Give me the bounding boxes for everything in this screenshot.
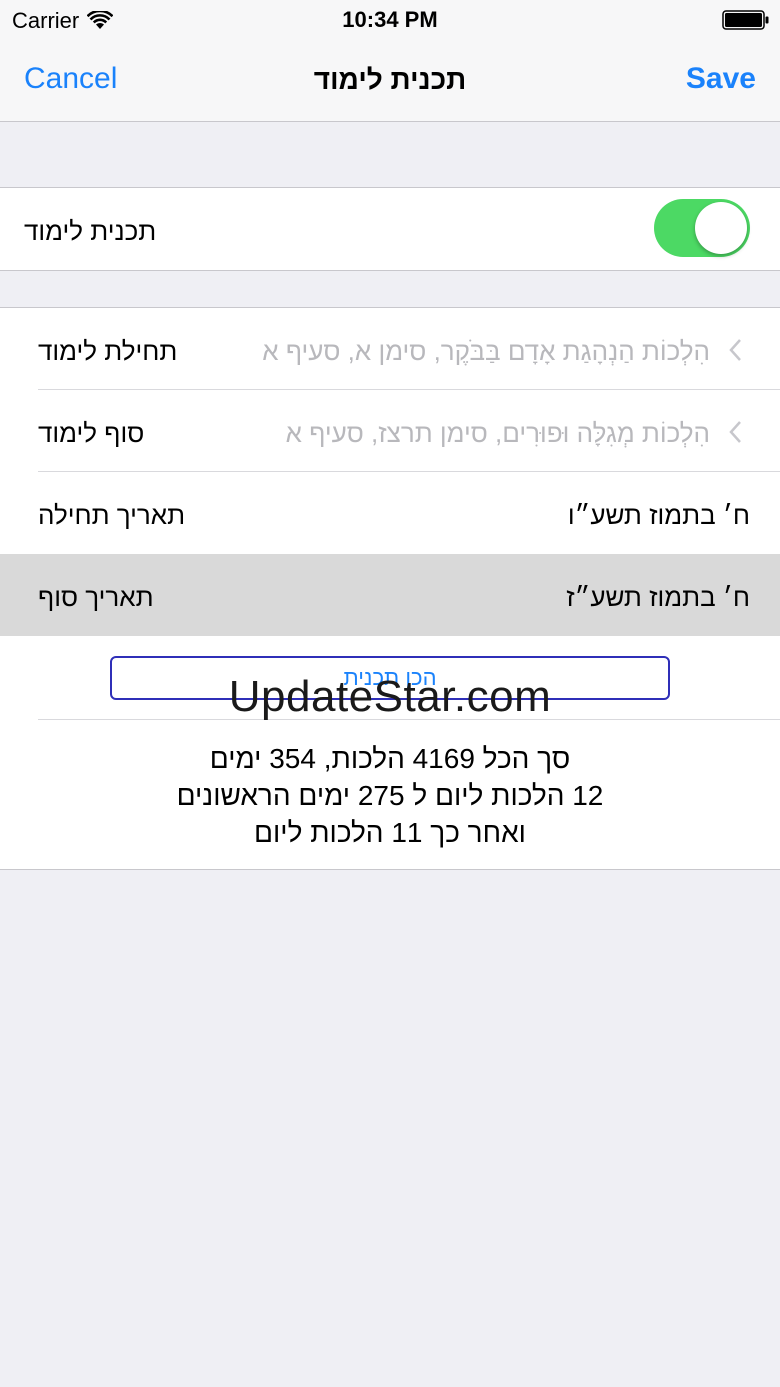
end-date-value: ח׳ בתמוז תשע״ז	[566, 582, 750, 612]
start-date-label: תאריך תחילה	[38, 500, 186, 530]
start-date-value: ח׳ בתמוז תשע״ו	[567, 500, 750, 530]
row-study-end[interactable]: הִלְכוֹת מְגִלָּה וּפוּרִים, סימן תרצז, …	[0, 390, 780, 472]
study-plan-toggle-label: תכנית לימוד	[24, 216, 157, 246]
end-date-label: תאריך סוף	[38, 582, 154, 612]
row-separator	[38, 719, 780, 720]
status-time: 10:34 PM	[342, 7, 438, 32]
study-plan-toggle[interactable]	[654, 199, 750, 257]
toggle-group: תכנית לימוד	[0, 187, 780, 271]
row-study-start[interactable]: הִלְכוֹת הַנְהָגַת אָדָם בַּבֹּקֶר, סימן…	[0, 308, 780, 390]
chevron-left-icon	[729, 421, 741, 443]
plan-summary: סך הכל 4169 הלכות, 354 ימים 12 הלכות ליו…	[0, 720, 780, 869]
save-button[interactable]: Save	[686, 62, 756, 96]
battery-icon	[722, 10, 769, 30]
summary-line-2: 12 הלכות ליום ל 275 ימים הראשונים	[176, 780, 604, 811]
study-start-value: הִלְכוֹת הַנְהָגַת אָדָם בַּבֹּקֶר, סימן…	[262, 336, 710, 366]
page-title: תכנית לימוד	[313, 64, 467, 95]
study-end-label: סוף לימוד	[38, 418, 145, 448]
row-end-date[interactable]: ח׳ בתמוז תשע״ז תאריך סוף	[0, 554, 780, 636]
navigation-bar: Cancel תכנית לימוד Save	[0, 40, 780, 122]
row-start-date[interactable]: ח׳ בתמוז תשע״ו תאריך תחילה	[0, 472, 780, 554]
plan-button-area: הכן תכנית	[0, 636, 780, 720]
settings-group: הִלְכוֹת הַנְהָגַת אָדָם בַּבֹּקֶר, סימן…	[0, 307, 780, 870]
prepare-plan-button[interactable]: הכן תכנית	[110, 656, 670, 700]
status-bar: Carrier 10:34 PM	[0, 0, 780, 40]
study-start-label: תחילת לימוד	[38, 336, 178, 366]
toggle-knob	[695, 202, 747, 254]
study-end-value: הִלְכוֹת מְגִלָּה וּפוּרִים, סימן תרצז, …	[285, 418, 710, 448]
summary-line-1: סך הכל 4169 הלכות, 354 ימים	[209, 743, 571, 774]
summary-line-3: ואחר כך 11 הלכות ליום	[254, 817, 526, 848]
chevron-left-icon	[729, 339, 741, 361]
study-plan-toggle-row: תכנית לימוד	[0, 188, 780, 270]
